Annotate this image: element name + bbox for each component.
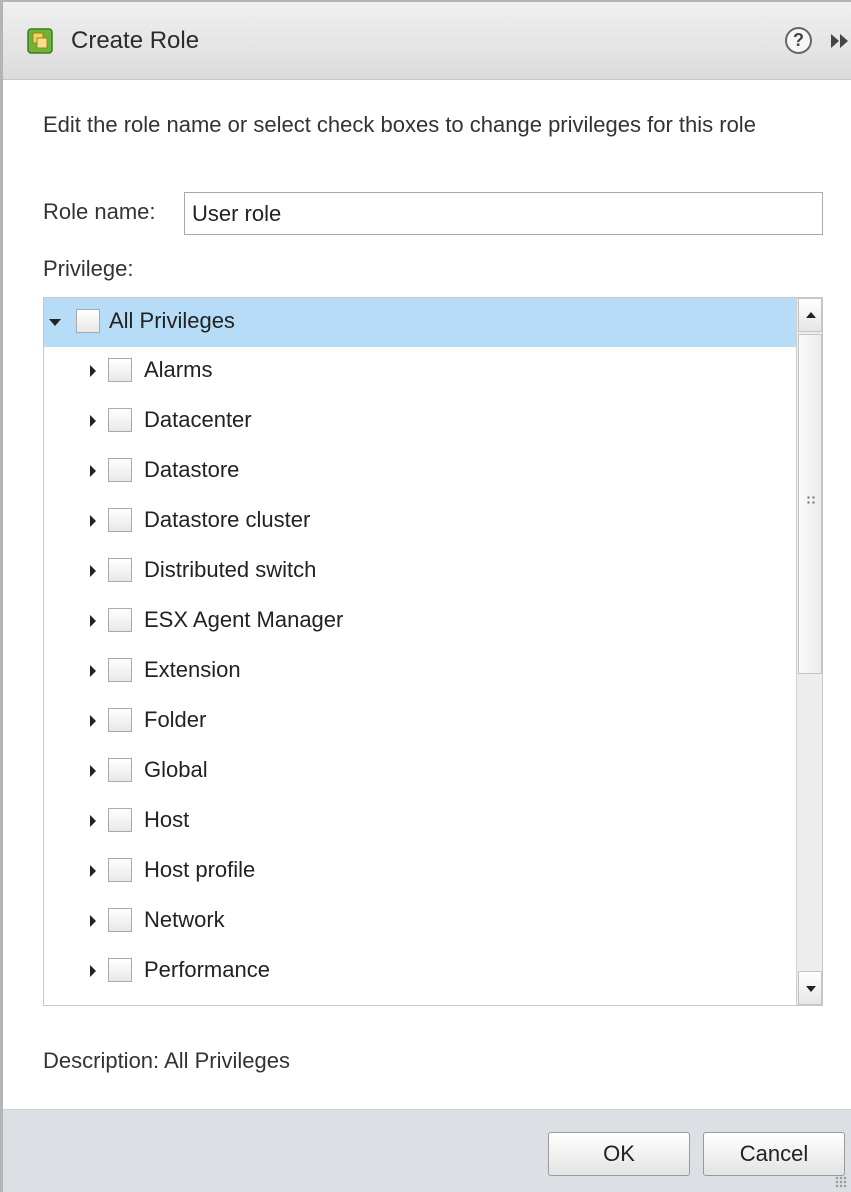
tree-row-performance[interactable]: Performance (44, 947, 796, 996)
tree-row-datastore-cluster[interactable]: Datastore cluster (44, 497, 796, 546)
arrow-up-icon (806, 312, 816, 318)
description: Description: All Privileges (43, 1048, 290, 1074)
create-role-dialog: Create Role ? Edit the role name or sele… (0, 0, 851, 1192)
tree-row-label: Host (144, 807, 190, 832)
expand-arrow-icon[interactable] (90, 615, 96, 627)
tree-row-label: Distributed switch (144, 557, 317, 582)
checkbox-network[interactable] (108, 908, 132, 932)
tree-row-label: Datastore (144, 457, 240, 482)
arrow-down-icon (806, 986, 816, 992)
collapse-arrow-icon[interactable] (49, 319, 61, 326)
tree-row-host[interactable]: Host (44, 797, 796, 846)
checkbox-performance[interactable] (108, 958, 132, 982)
tree-row-datastore[interactable]: Datastore (44, 447, 796, 496)
tree-row-label: Datacenter (144, 407, 252, 432)
dialog-footer: OK Cancel (3, 1109, 851, 1192)
checkbox-alarms[interactable] (108, 358, 132, 382)
checkbox-datacenter[interactable] (108, 408, 132, 432)
tree-row-label: Network (144, 907, 225, 932)
checkbox-datastore[interactable] (108, 458, 132, 482)
expand-arrow-icon[interactable] (90, 815, 96, 827)
tree-row-label: All Privileges (109, 308, 235, 333)
checkbox-all-privileges[interactable] (76, 309, 100, 333)
role-name-label: Role name: (43, 199, 156, 224)
expand-arrow-icon[interactable] (90, 715, 96, 727)
checkbox-distributed-switch[interactable] (108, 558, 132, 582)
checkbox-folder[interactable] (108, 708, 132, 732)
privilege-tree[interactable]: All Privileges Alarms Datacenter Datasto… (43, 297, 823, 1006)
expand-icon[interactable] (829, 31, 851, 51)
tree-row-label: Performance (144, 957, 270, 982)
help-icon[interactable]: ? (785, 27, 812, 54)
tree-row-esx-agent-manager[interactable]: ESX Agent Manager (44, 597, 796, 646)
tree-row-host-profile[interactable]: Host profile (44, 847, 796, 896)
privilege-label: Privilege: (43, 256, 134, 281)
tree-row-label: Datastore cluster (144, 507, 311, 532)
expand-arrow-icon[interactable] (90, 465, 96, 477)
checkbox-host[interactable] (108, 808, 132, 832)
tree-row-datacenter[interactable]: Datacenter (44, 397, 796, 446)
tree-row-distributed-switch[interactable]: Distributed switch (44, 547, 796, 596)
checkbox-extension[interactable] (108, 658, 132, 682)
checkbox-esx-agent-manager[interactable] (108, 608, 132, 632)
tree-row-global[interactable]: Global (44, 747, 796, 796)
resize-grip-icon[interactable] (835, 1176, 847, 1188)
title-bar[interactable]: Create Role ? (3, 2, 851, 80)
checkbox-global[interactable] (108, 758, 132, 782)
tree-row-extension[interactable]: Extension (44, 647, 796, 696)
tree-row-alarms[interactable]: Alarms (44, 347, 796, 396)
description-label: Description: (43, 1048, 160, 1073)
expand-arrow-icon[interactable] (90, 965, 96, 977)
expand-arrow-icon[interactable] (90, 915, 96, 927)
grip-icon (806, 495, 816, 505)
tree-row-folder[interactable]: Folder (44, 697, 796, 746)
scroll-down-button[interactable] (798, 971, 822, 1005)
ok-button[interactable]: OK (548, 1132, 690, 1176)
role-name-input[interactable] (184, 192, 823, 235)
tree-row-label: ESX Agent Manager (144, 607, 344, 632)
expand-arrow-icon[interactable] (90, 365, 96, 377)
description-value: All Privileges (164, 1048, 290, 1073)
tree-row-label: Extension (144, 657, 241, 682)
expand-arrow-icon[interactable] (90, 865, 96, 877)
expand-arrow-icon[interactable] (90, 765, 96, 777)
instructions-text: Edit the role name or select check boxes… (43, 112, 756, 137)
scroll-thumb[interactable] (798, 334, 822, 674)
tree-row-label: Folder (144, 707, 207, 732)
checkbox-host-profile[interactable] (108, 858, 132, 882)
cancel-button[interactable]: Cancel (703, 1132, 845, 1176)
expand-arrow-icon[interactable] (90, 565, 96, 577)
tree-row-label: Global (144, 757, 208, 782)
role-app-icon (27, 28, 53, 54)
checkbox-datastore-cluster[interactable] (108, 508, 132, 532)
scroll-up-button[interactable] (798, 298, 822, 332)
tree-row-all-privileges[interactable]: All Privileges (44, 298, 796, 347)
privilege-tree-rows: All Privileges Alarms Datacenter Datasto… (44, 298, 796, 1005)
dialog-title: Create Role (71, 27, 200, 54)
expand-arrow-icon[interactable] (90, 415, 96, 427)
tree-scrollbar[interactable] (796, 298, 822, 1005)
expand-arrow-icon[interactable] (90, 665, 96, 677)
expand-arrow-icon[interactable] (90, 515, 96, 527)
tree-row-label: Alarms (144, 357, 213, 382)
tree-row-network[interactable]: Network (44, 897, 796, 946)
tree-row-label: Host profile (144, 857, 256, 882)
